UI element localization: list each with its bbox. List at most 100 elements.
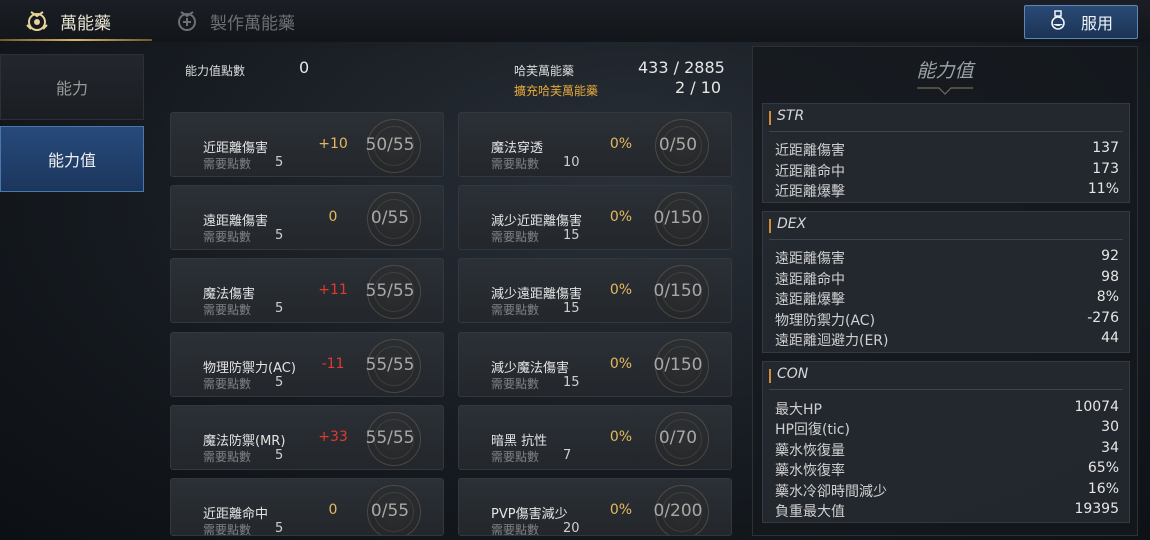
stat-row: 藥水冷卻時間減少 16%	[775, 481, 1119, 501]
stat-progress: 0/150	[653, 208, 703, 228]
stat-card-melee-damage[interactable]: 近距離傷害 需要點數 5 +10 50/55	[170, 112, 444, 177]
section-header: CON	[763, 362, 1129, 388]
stat-card-magic-defense[interactable]: 魔法防禦(MR) 需要點數 5 +33 55/55	[170, 405, 444, 470]
stat-row: HP回復(tic) 30	[775, 419, 1119, 439]
elixir-crest-icon	[22, 6, 52, 36]
stat-bonus: 0%	[609, 209, 633, 225]
top-tab-bar: 萬能藥 製作萬能藥 服用	[0, 0, 1150, 42]
stat-progress: 0/70	[658, 428, 698, 448]
required-points-label: 需要點數	[491, 230, 540, 244]
stat-card-pvp-damage-reduction[interactable]: PVP傷害減少 需要點數 20 0% 0/200	[458, 478, 732, 536]
points-label: 能力值點數	[185, 64, 246, 78]
stat-row-value: 65%	[1087, 460, 1119, 476]
required-points-label: 需要點數	[491, 303, 540, 317]
stat-progress: 0/55	[370, 501, 410, 521]
stat-name: PVP傷害減少	[491, 507, 568, 522]
section-header: DEX	[763, 212, 1129, 238]
stat-card-magic-penetration[interactable]: 魔法穿透 需要點數 10 0% 0/50	[458, 112, 732, 177]
stat-row: 物理防禦力(AC) -276	[775, 310, 1119, 330]
stat-card-ranged-damage-reduction[interactable]: 減少遠距離傷害 需要點數 15 0% 0/150	[458, 258, 732, 323]
required-points-value: 15	[563, 375, 580, 390]
stat-name: 魔法防禦(MR)	[203, 434, 286, 449]
nav-item-ability[interactable]: 能力	[0, 54, 144, 120]
section-header: STR	[763, 104, 1129, 130]
active-tab-underline	[0, 39, 152, 41]
nav-item-stats[interactable]: 能力值	[0, 126, 144, 192]
section-divider	[769, 239, 1123, 240]
section-name: DEX	[777, 216, 807, 232]
stat-name: 物理防禦力(AC)	[203, 361, 296, 376]
elixir-label: 哈芙萬能藥	[514, 64, 575, 78]
tab-elixir-label: 萬能藥	[60, 13, 111, 34]
stat-card-magic-damage-reduction[interactable]: 減少魔法傷害 需要點數 15 0% 0/150	[458, 332, 732, 397]
nav-item-stats-label: 能力值	[47, 151, 96, 170]
required-points-value: 5	[275, 448, 284, 463]
stat-card-magic-damage[interactable]: 魔法傷害 需要點數 5 +11 55/55	[170, 258, 444, 323]
section-divider	[769, 131, 1123, 132]
stat-progress: 55/55	[365, 281, 415, 301]
stat-row-label: HP回復(tic)	[775, 422, 850, 438]
stat-name: 減少遠距離傷害	[491, 287, 583, 302]
points-value: 0	[299, 58, 310, 77]
stat-bonus: 0	[328, 502, 338, 518]
stat-row-label: 藥水冷卻時間減少	[775, 484, 887, 500]
stat-row-label: 藥水恢復率	[775, 463, 845, 479]
expand-label: 擴充哈芙萬能藥	[514, 84, 599, 98]
tab-craft-elixir-label: 製作萬能藥	[210, 13, 295, 34]
stat-row-label: 負重最大值	[775, 504, 845, 520]
stat-bonus: -11	[321, 356, 345, 372]
stat-row-label: 遠距離命中	[775, 272, 845, 288]
stat-bonus: 0%	[609, 136, 633, 152]
tab-elixir[interactable]: 萬能藥	[22, 0, 111, 42]
potion-icon	[1049, 10, 1067, 34]
stat-row-value: 10074	[1074, 399, 1119, 415]
section-name: STR	[777, 108, 805, 124]
stat-card-physical-defense[interactable]: 物理防禦力(AC) 需要點數 5 -11 55/55	[170, 332, 444, 397]
stat-row-label: 近距離傷害	[775, 143, 845, 159]
stat-row: 近距離命中 173	[775, 161, 1119, 181]
stat-row-label: 遠距離爆擊	[775, 292, 845, 308]
use-button-label: 服用	[1080, 14, 1113, 33]
title-ornament-icon	[917, 87, 973, 95]
stat-row-value: 173	[1092, 161, 1119, 177]
stat-row: 近距離爆擊 11%	[775, 181, 1119, 201]
stats-panel-title: 能力值	[916, 60, 974, 82]
stat-card-melee-hit[interactable]: 近距離命中 需要點數 5 0 0/55	[170, 478, 444, 536]
stat-row: 近距離傷害 137	[775, 140, 1119, 160]
required-points-label: 需要點數	[203, 377, 252, 391]
stat-row-value: 19395	[1074, 501, 1119, 517]
stat-bonus: 0%	[609, 502, 633, 518]
stat-progress: 0/55	[370, 208, 410, 228]
stat-row-value: 11%	[1087, 181, 1119, 197]
craft-elixir-icon	[172, 6, 202, 36]
stat-row-label: 藥水恢復量	[775, 443, 845, 459]
stat-card-ranged-damage[interactable]: 遠距離傷害 需要點數 5 0 0/55	[170, 185, 444, 250]
required-points-label: 需要點數	[203, 523, 252, 536]
stat-progress: 55/55	[365, 355, 415, 375]
stat-row-value: -276	[1087, 310, 1119, 326]
stat-bonus: 0	[328, 209, 338, 225]
tab-craft-elixir[interactable]: 製作萬能藥	[172, 0, 295, 42]
stat-name: 減少近距離傷害	[491, 214, 583, 229]
stat-row-label: 最大HP	[775, 402, 822, 418]
expand-value: 2 / 10	[675, 78, 722, 97]
stat-progress: 0/50	[658, 135, 698, 155]
required-points-value: 15	[563, 228, 580, 243]
stat-row-value: 30	[1101, 419, 1119, 435]
required-points-label: 需要點數	[491, 157, 540, 171]
section-marker	[769, 219, 771, 233]
stat-name: 減少魔法傷害	[491, 361, 570, 376]
stat-row-label: 近距離命中	[775, 164, 845, 180]
stat-card-melee-damage-reduction[interactable]: 減少近距離傷害 需要點數 15 0% 0/150	[458, 185, 732, 250]
stat-row: 遠距離命中 98	[775, 269, 1119, 289]
section-divider	[769, 389, 1123, 390]
stat-row: 藥水恢復量 34	[775, 440, 1119, 460]
section-marker	[769, 369, 771, 383]
stat-card-dark-resistance[interactable]: 暗黑 抗性 需要點數 7 0% 0/70	[458, 405, 732, 470]
stat-row: 遠距離迴避力(ER) 44	[775, 330, 1119, 350]
stat-row-value: 92	[1101, 248, 1119, 264]
stat-row-value: 137	[1092, 140, 1119, 156]
stat-row-value: 44	[1101, 330, 1119, 346]
use-button[interactable]: 服用	[1024, 5, 1138, 39]
stat-bonus: 0%	[609, 429, 633, 445]
